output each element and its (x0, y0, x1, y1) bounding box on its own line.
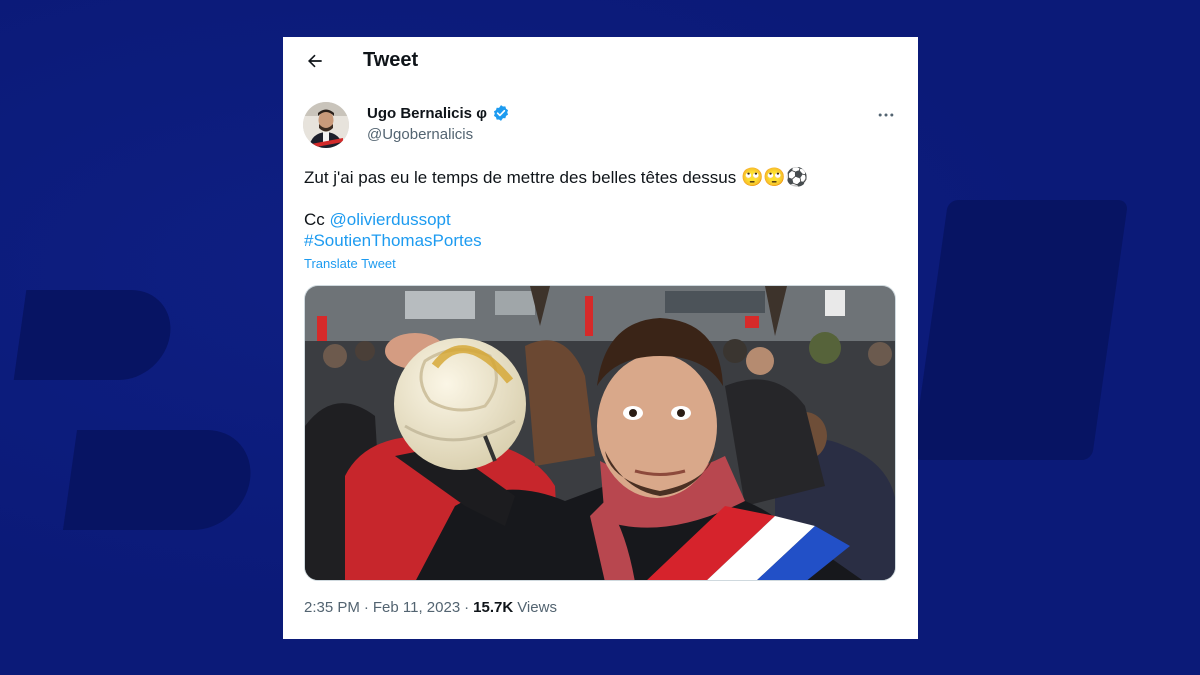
face-with-rolling-eyes-icon: 🙄 (763, 167, 786, 188)
soccer-ball-icon: ⚽ (785, 167, 809, 188)
tweet-text: Zut j'ai pas eu le temps de mettre des b… (304, 167, 904, 189)
tweet-time[interactable]: 2:35 PM (304, 599, 360, 616)
background-logo-shape (13, 290, 177, 380)
more-horizontal-icon (878, 113, 894, 117)
tweet-metadata: 2:35 PM · Feb 11, 2023 · 15.7K Views (304, 599, 557, 616)
background-logo-shape (62, 430, 258, 530)
views-count: 15.7K (473, 599, 514, 616)
avatar-image (303, 102, 349, 148)
meta-separator: · (363, 599, 369, 616)
author-name[interactable]: Ugo Bernalicis φ (367, 105, 487, 122)
face-with-rolling-eyes-icon: 🙄 (740, 167, 764, 188)
arrow-left-icon (308, 54, 322, 68)
tweet-header: Tweet (283, 37, 918, 85)
avatar[interactable] (303, 102, 349, 148)
cc-line: Cc @olivierdussopt (304, 209, 451, 231)
mention-link[interactable]: @olivierdussopt (330, 210, 451, 229)
author-handle[interactable]: @Ugobernalicis (367, 126, 473, 143)
background-logo-shape (911, 200, 1129, 460)
author-name-row[interactable]: Ugo Bernalicis φ (367, 104, 510, 122)
verified-badge-icon (493, 105, 508, 121)
photo-image (305, 286, 895, 580)
hashtag-link[interactable]: #SoutienThomasPortes (304, 230, 482, 252)
views-label: Views (517, 599, 557, 616)
meta-separator: · (464, 599, 470, 616)
back-button[interactable] (303, 49, 327, 73)
cc-prefix: Cc (304, 210, 330, 229)
tweet-date[interactable]: Feb 11, 2023 (373, 599, 460, 616)
tweet-card: Tweet Ugo Bernalicis φ @Ugobernalicis Zu… (283, 37, 918, 639)
tweet-photo[interactable] (304, 285, 896, 581)
tweet-body: Zut j'ai pas eu le temps de mettre des b… (304, 168, 737, 187)
translate-tweet-link[interactable]: Translate Tweet (304, 256, 396, 271)
more-options-button[interactable] (874, 103, 898, 127)
page-title: Tweet (363, 49, 419, 71)
